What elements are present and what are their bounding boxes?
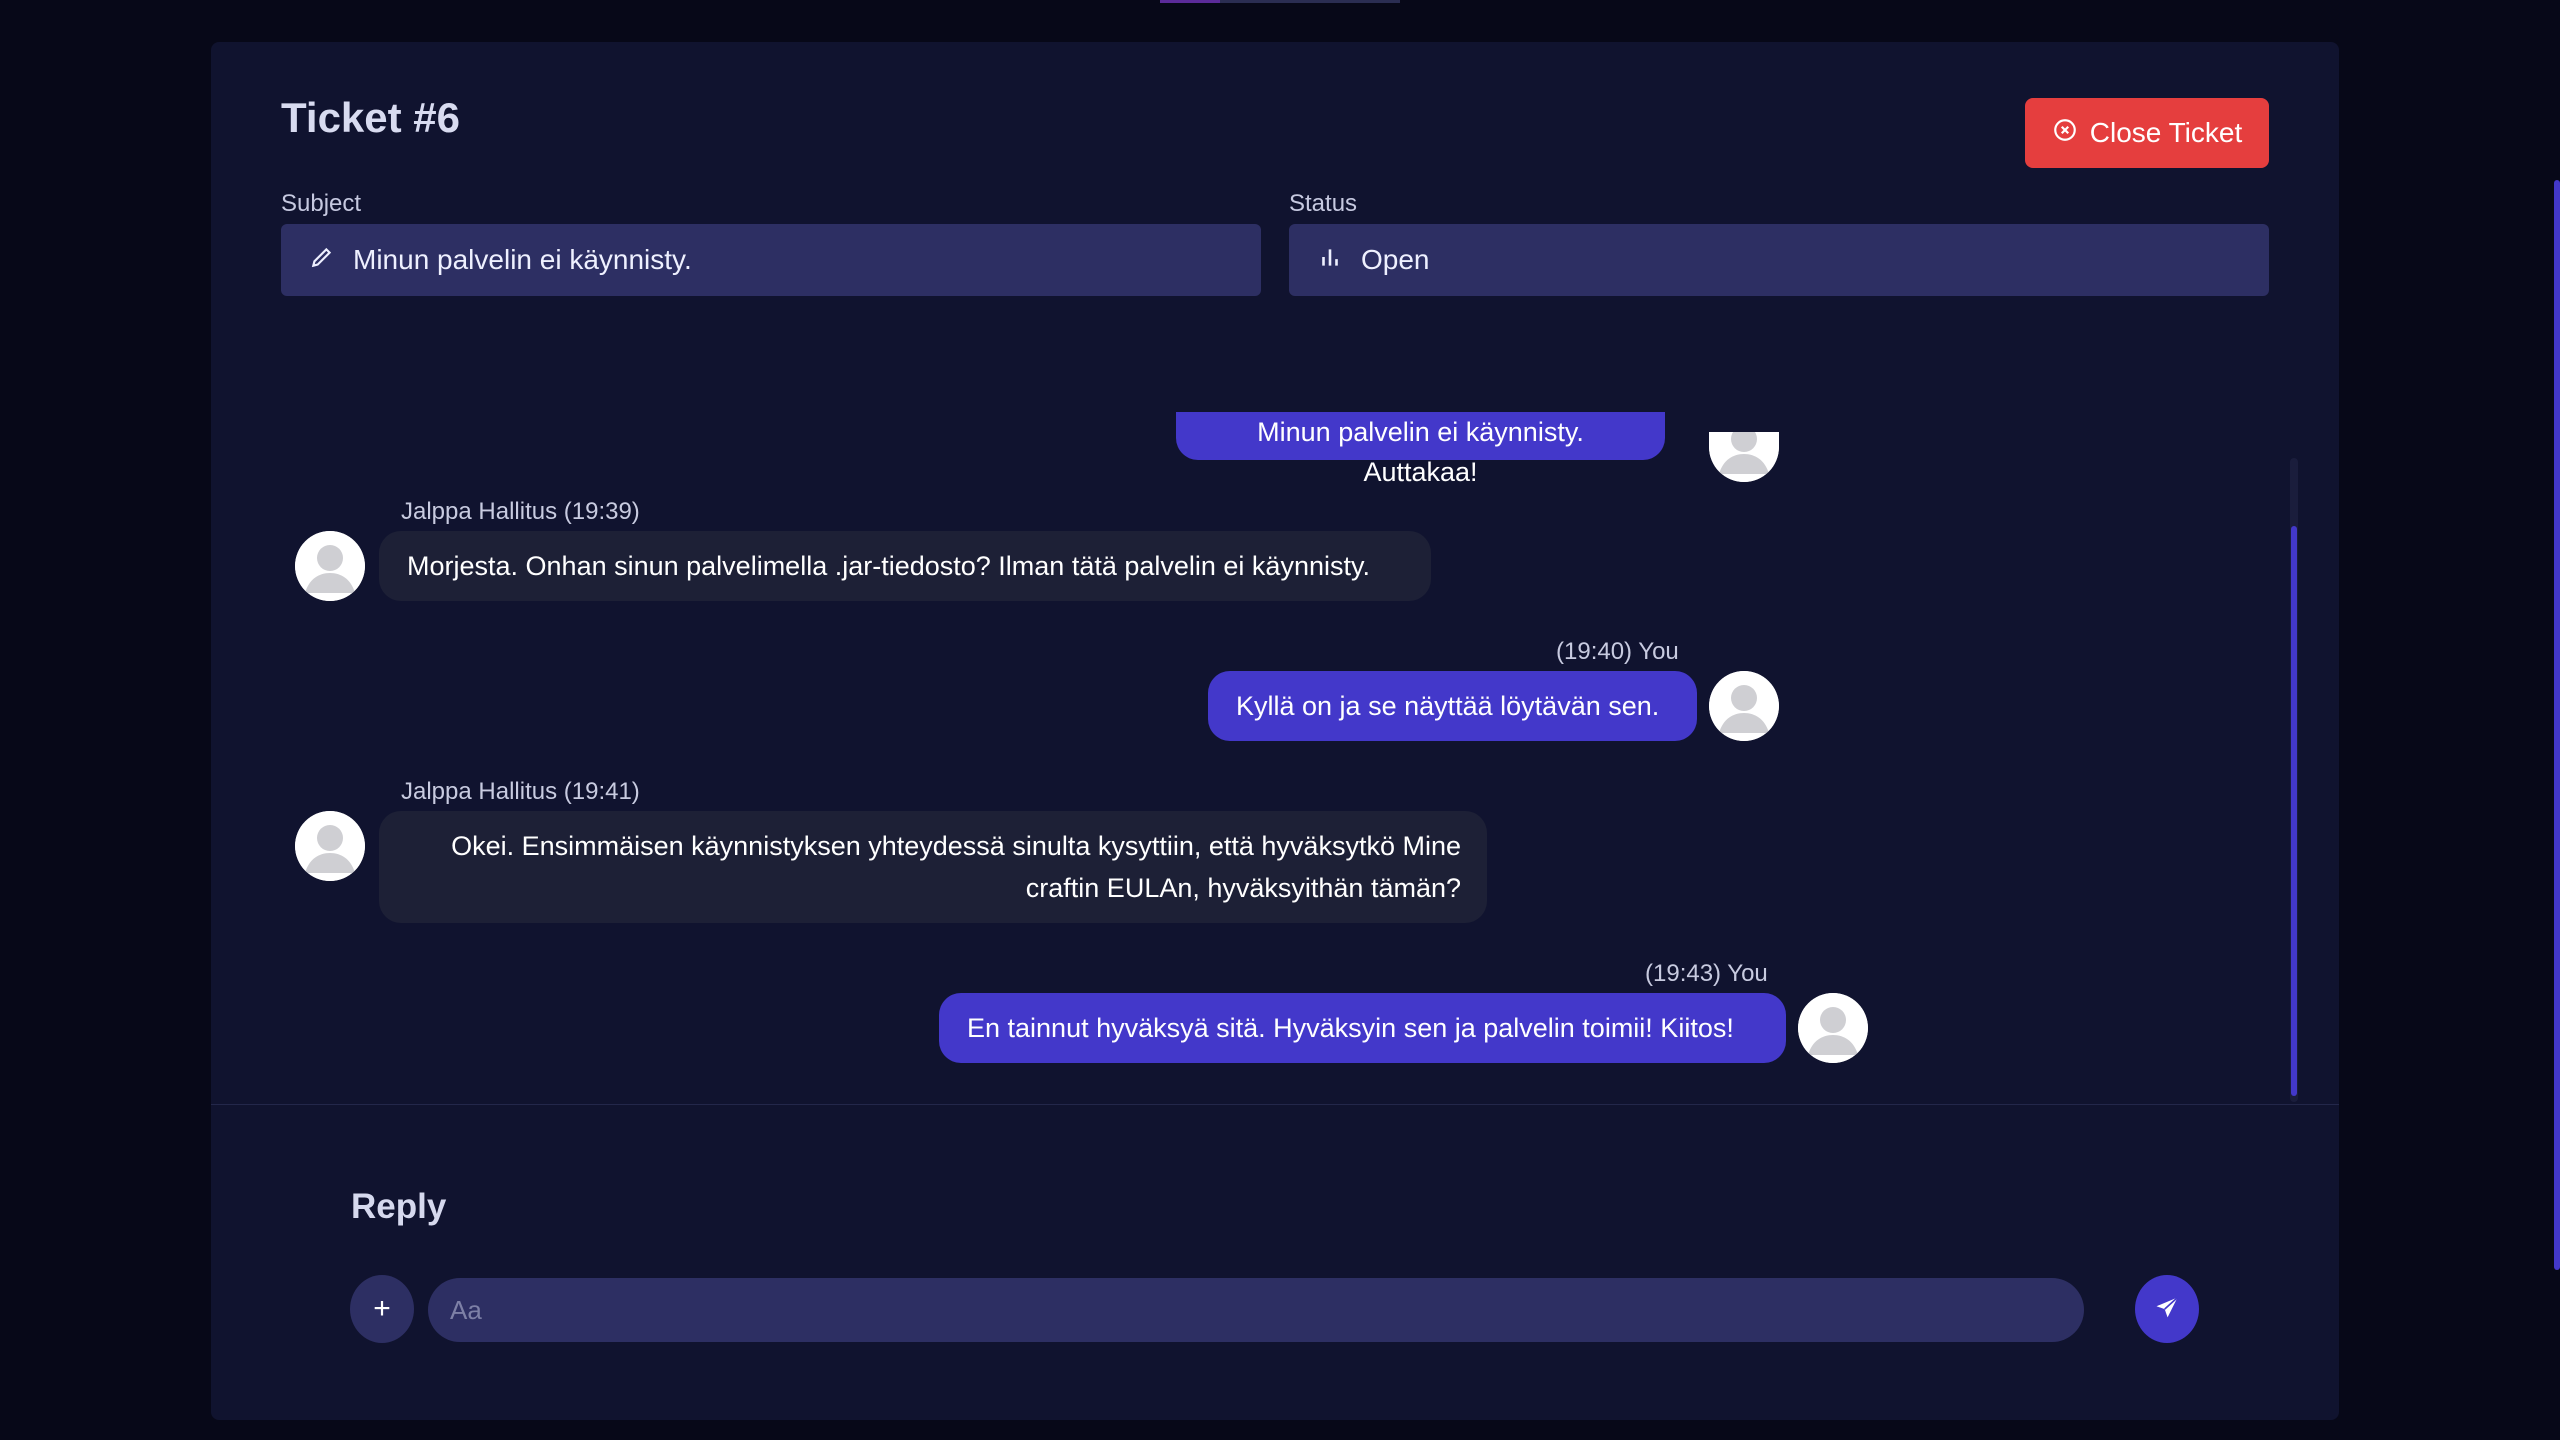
plus-icon: + — [373, 1292, 391, 1325]
message-meta: (19:43) You — [1645, 960, 1768, 987]
message-bubble-mine: Minun palvelin ei käynnisty. Auttakaa! — [1176, 412, 1665, 487]
close-ticket-label: Close Ticket — [2089, 117, 2243, 148]
message-meta: Jalppa Hallitus (19:39) — [401, 498, 640, 525]
top-accent-bar — [1160, 0, 1400, 3]
avatar — [295, 811, 365, 881]
avatar — [1709, 671, 1779, 741]
status-field: Open — [1289, 224, 2269, 296]
pencil-icon — [309, 244, 353, 277]
page-scrollbar[interactable] — [2554, 180, 2560, 1270]
message-bubble-mine: Kyllä on ja se näyttää löytävän sen. — [1208, 671, 1697, 741]
chat-scrollbar[interactable] — [2290, 458, 2298, 1102]
avatar — [1798, 993, 1868, 1063]
bar-chart-icon — [1317, 244, 1361, 277]
subject-field: Minun palvelin ei käynnisty. — [281, 224, 1261, 296]
send-icon — [2153, 1294, 2181, 1325]
message-bubble-mine: En tainnut hyväksyä sitä. Hyväksyin sen … — [939, 993, 1786, 1063]
subject-value: Minun palvelin ei käynnisty. — [353, 244, 692, 275]
reply-input[interactable] — [428, 1278, 2084, 1342]
avatar — [295, 531, 365, 601]
message-meta: (19:40) You — [1556, 638, 1679, 665]
message-bubble-other: Morjesta. Onhan sinun palvelimella .jar-… — [379, 531, 1431, 601]
reply-heading: Reply — [351, 1187, 447, 1226]
divider — [211, 1104, 2339, 1105]
page-title: Ticket #6 — [281, 94, 461, 141]
chat-scrollbar-thumb[interactable] — [2291, 526, 2297, 1096]
ticket-panel: Ticket #6 Close Ticket Subject Minun pal… — [211, 42, 2339, 1420]
message-meta: Jalppa Hallitus (19:41) — [401, 778, 640, 805]
message-bubble-other: Okei. Ensimmäisen käynnistyksen yhteydes… — [379, 811, 1487, 923]
add-attachment-button[interactable]: + — [350, 1275, 414, 1343]
close-circle-icon — [2052, 117, 2078, 150]
avatar — [1709, 432, 1779, 482]
subject-label: Subject — [281, 190, 362, 217]
send-button[interactable] — [2135, 1275, 2199, 1343]
status-label: Status — [1289, 190, 1358, 217]
status-value: Open — [1361, 244, 1430, 275]
close-ticket-button[interactable]: Close Ticket — [2025, 98, 2269, 168]
